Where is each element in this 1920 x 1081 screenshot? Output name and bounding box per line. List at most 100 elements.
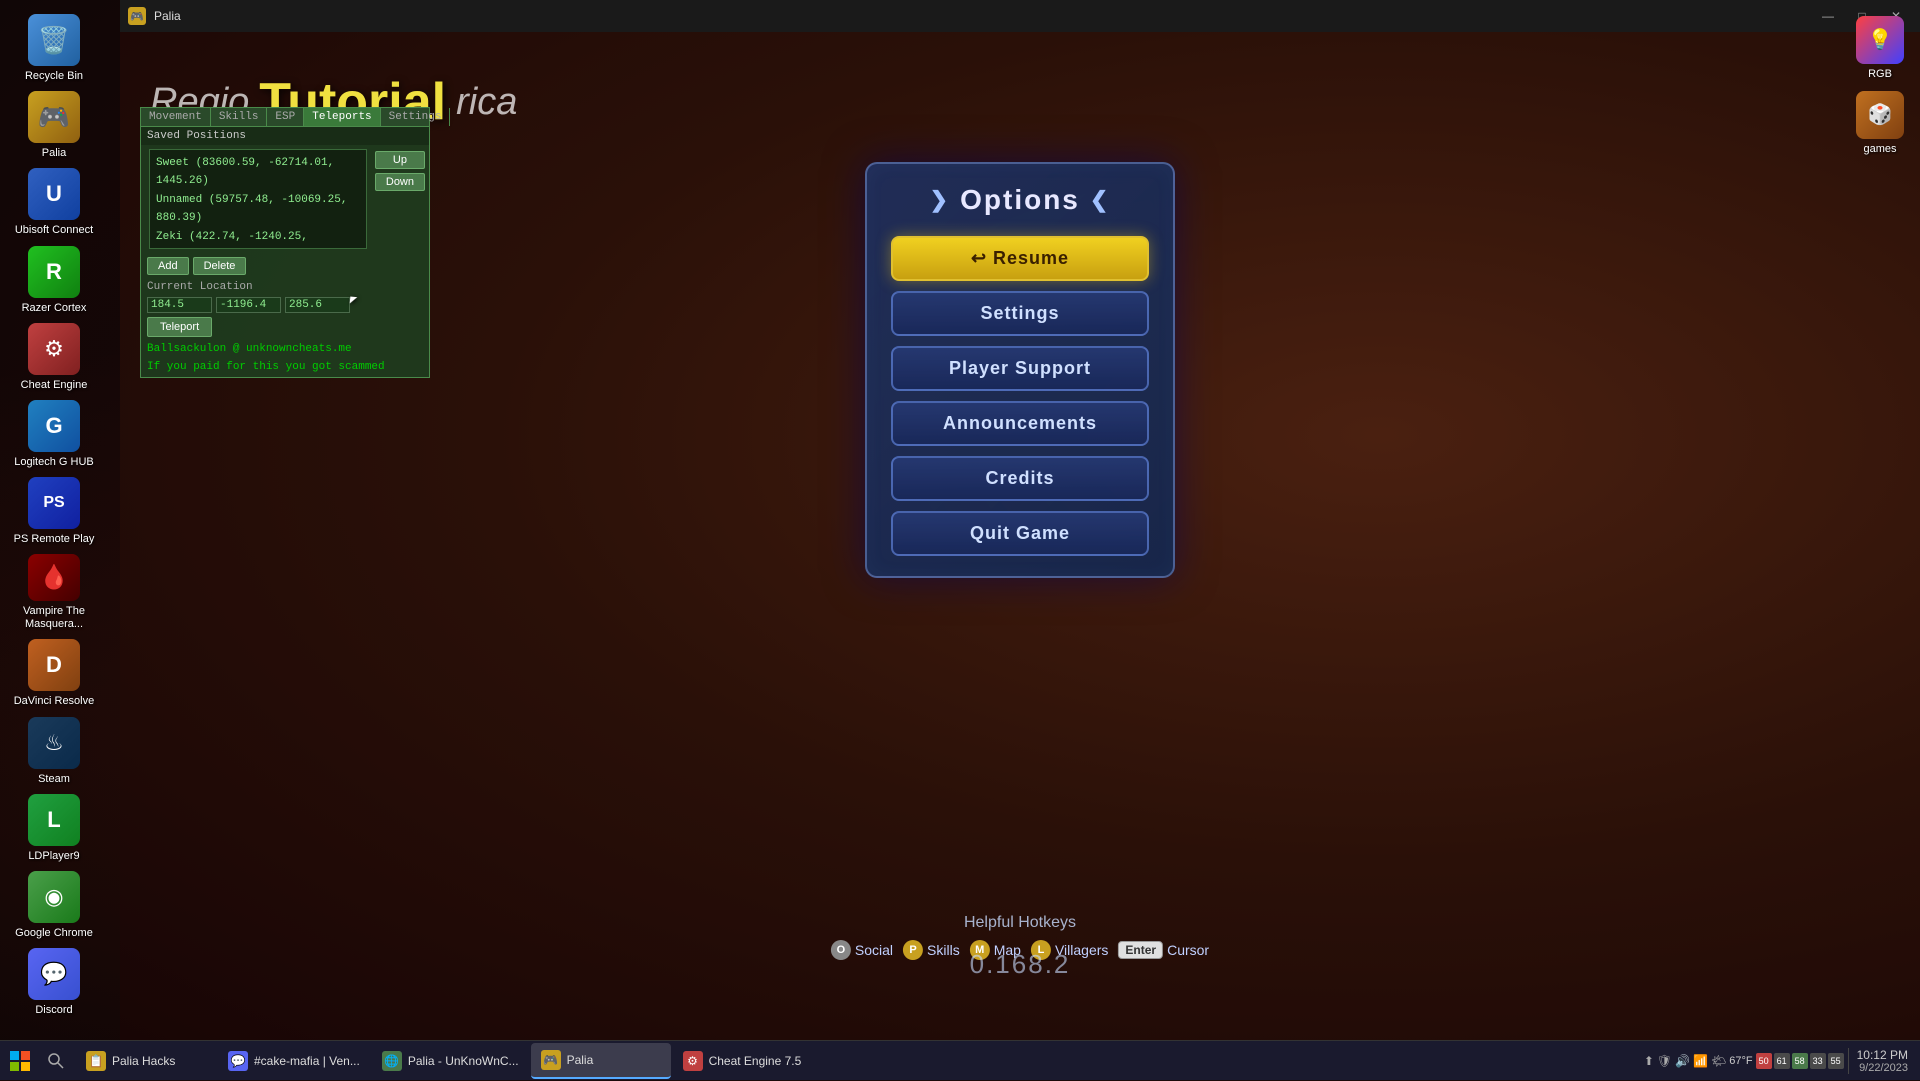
taskbar-app-palia-unknownc[interactable]: 🌐 Palia - UnKnoWnC... <box>372 1043 529 1079</box>
cheat-tab-movement[interactable]: Movement <box>141 108 211 126</box>
ps-icon: PS <box>28 477 80 529</box>
taskbar: 📋 Palia Hacks 💬 #cake-mafia | Ven... 🌐 P… <box>0 1040 1920 1080</box>
tray-icon-2[interactable]: 🛡 <box>1657 1054 1672 1068</box>
add-delete-row: Add Delete <box>141 253 429 279</box>
razer-label: Razer Cortex <box>22 302 87 315</box>
options-title: ❯ Options ❮ <box>891 184 1149 216</box>
weather-icon[interactable]: 🌤 <box>1711 1054 1726 1068</box>
settings-button[interactable]: Settings <box>891 291 1149 336</box>
tray-icons: ⬆ 🛡 🔊 📶 🌤 67°F 50 61 58 33 55 <box>1644 1053 1844 1069</box>
sidebar-icon-davinci[interactable]: D DaVinci Resolve <box>4 635 104 712</box>
sidebar-icon-ps-remote[interactable]: PS PS Remote Play <box>4 473 104 550</box>
recycle-bin-icon: 🗑️ <box>28 14 80 66</box>
up-button[interactable]: Up <box>375 151 425 169</box>
ldplayer-label: LDPlayer9 <box>28 850 79 863</box>
position-item-1[interactable]: Unnamed (59757.48, -10069.25, 880.39) <box>154 191 362 228</box>
cheat-tab-settings[interactable]: Settings <box>381 108 451 126</box>
down-button[interactable]: Down <box>375 173 425 191</box>
start-button[interactable] <box>0 1041 40 1081</box>
cheat-engine-tb-label: Cheat Engine 7.5 <box>709 1054 802 1068</box>
cheat-tab-esp[interactable]: ESP <box>267 108 304 126</box>
cheat-panel-tabs: Movement Skills ESP Teleports Settings <box>141 108 429 127</box>
player-support-button[interactable]: Player Support <box>891 346 1149 391</box>
sidebar-icon-discord[interactable]: 💬 Discord <box>4 944 104 1021</box>
notification-icons: 50 61 58 33 55 <box>1756 1053 1844 1069</box>
right-icon-games[interactable]: 🎲 games <box>1844 85 1916 160</box>
credit-line-1: Ballsackulon @ unknowncheats.me <box>141 341 429 359</box>
position-item-2[interactable]: Zeki (422.74, -1240.25, 285.54) <box>154 228 362 249</box>
palia-app-label: Palia <box>567 1053 594 1067</box>
ps-label: PS Remote Play <box>14 533 95 546</box>
hotkeys-title: Helpful Hotkeys <box>831 914 1209 932</box>
tray-notif-4[interactable]: 33 <box>1810 1053 1826 1069</box>
palia-app-icon: 🎮 <box>541 1050 561 1070</box>
palia-unknownc-icon: 🌐 <box>382 1051 402 1071</box>
announcements-button[interactable]: Announcements <box>891 401 1149 446</box>
cheat-tab-skills[interactable]: Skills <box>211 108 268 126</box>
sidebar-icon-palia[interactable]: 🎮 Palia <box>4 87 104 164</box>
cheat-tab-teleports[interactable]: Teleports <box>304 108 380 126</box>
search-button[interactable] <box>40 1041 72 1081</box>
coord-z[interactable] <box>285 297 350 313</box>
right-icon-rgb[interactable]: 💡 RGB <box>1844 10 1916 85</box>
rgb-icon: 💡 <box>1856 16 1904 64</box>
social-key-badge: O <box>831 940 851 960</box>
tray-notif-2[interactable]: 61 <box>1774 1053 1790 1069</box>
rgb-label: RGB <box>1868 68 1892 80</box>
credit-line-2: If you paid for this you got scammed <box>141 359 429 377</box>
coord-x[interactable] <box>147 297 212 313</box>
quit-game-button[interactable]: Quit Game <box>891 511 1149 556</box>
clock-time: 10:12 PM <box>1857 1048 1908 1062</box>
coord-y[interactable] <box>216 297 281 313</box>
right-sidebar: 💡 RGB 🎲 games <box>1840 0 1920 160</box>
cheat-engine-label: Cheat Engine <box>21 379 88 392</box>
tray-icon-4[interactable]: 📶 <box>1693 1054 1708 1068</box>
teleport-button[interactable]: Teleport <box>147 317 212 337</box>
cheat-engine-icon: ⚙ <box>28 323 80 375</box>
tray-notif-3[interactable]: 58 <box>1792 1053 1808 1069</box>
tray-icon-1[interactable]: ⬆ <box>1644 1054 1654 1068</box>
taskbar-tray: ⬆ 🛡 🔊 📶 🌤 67°F 50 61 58 33 55 10:12 PM 9… <box>1644 1048 1920 1074</box>
sidebar-icon-chrome[interactable]: ◉ Google Chrome <box>4 867 104 944</box>
palia-title-text: Palia <box>154 9 1804 23</box>
options-arrow-right: ❮ <box>1090 187 1110 213</box>
sidebar-icon-recycle-bin[interactable]: 🗑️ Recycle Bin <box>4 10 104 87</box>
logitech-label: Logitech G HUB <box>14 456 93 469</box>
palia-window: 🎮 Palia — □ ✕ Regio Tutorial rica Moveme… <box>120 0 1920 1040</box>
taskbar-app-palia[interactable]: 🎮 Palia <box>531 1043 671 1079</box>
davinci-icon: D <box>28 639 80 691</box>
credits-button[interactable]: Credits <box>891 456 1149 501</box>
sidebar-icon-steam[interactable]: ♨ Steam <box>4 713 104 790</box>
taskbar-app-cake-mafia[interactable]: 💬 #cake-mafia | Ven... <box>218 1043 370 1079</box>
tray-icon-3[interactable]: 🔊 <box>1675 1054 1690 1068</box>
saved-positions-list[interactable]: Sweet (83600.59, -62714.01, 1445.26) Unn… <box>149 149 367 249</box>
ubisoft-label: Ubisoft Connect <box>15 224 93 237</box>
davinci-label: DaVinci Resolve <box>14 695 95 708</box>
palia-label: Palia <box>42 147 66 160</box>
sidebar-icon-vampire[interactable]: 🩸 Vampire The Masquera... <box>4 550 104 635</box>
taskbar-app-palia-hacks[interactable]: 📋 Palia Hacks <box>76 1043 216 1079</box>
sidebar-icon-ubisoft[interactable]: U Ubisoft Connect <box>4 164 104 241</box>
saved-positions-label: Saved Positions <box>141 127 429 145</box>
version-number: 0.168.2 <box>970 949 1071 980</box>
games-label: games <box>1863 143 1896 155</box>
position-item-0[interactable]: Sweet (83600.59, -62714.01, 1445.26) <box>154 154 362 191</box>
sidebar-icon-logitech[interactable]: G Logitech G HUB <box>4 396 104 473</box>
taskbar-app-cheat-engine[interactable]: ⚙ Cheat Engine 7.5 <box>673 1043 813 1079</box>
tray-notif-5[interactable]: 55 <box>1828 1053 1844 1069</box>
sidebar-icon-razer[interactable]: R Razer Cortex <box>4 242 104 319</box>
ubisoft-icon: U <box>28 168 80 220</box>
sidebar-icon-ldplayer[interactable]: L LDPlayer9 <box>4 790 104 867</box>
taskbar-clock[interactable]: 10:12 PM 9/22/2023 <box>1848 1048 1912 1074</box>
add-button[interactable]: Add <box>147 257 189 275</box>
hotkey-social: O Social <box>831 940 893 960</box>
skills-key-badge: P <box>903 940 923 960</box>
delete-button[interactable]: Delete <box>193 257 247 275</box>
vampire-label: Vampire The Masquera... <box>8 605 100 631</box>
palia-icon: 🎮 <box>28 91 80 143</box>
sidebar-icon-cheat-engine[interactable]: ⚙ Cheat Engine <box>4 319 104 396</box>
tray-notif-1[interactable]: 50 <box>1756 1053 1772 1069</box>
resume-button[interactable]: ↩ Resume <box>891 236 1149 281</box>
hotkey-skills: P Skills <box>903 940 960 960</box>
discord-label: Discord <box>35 1004 72 1017</box>
